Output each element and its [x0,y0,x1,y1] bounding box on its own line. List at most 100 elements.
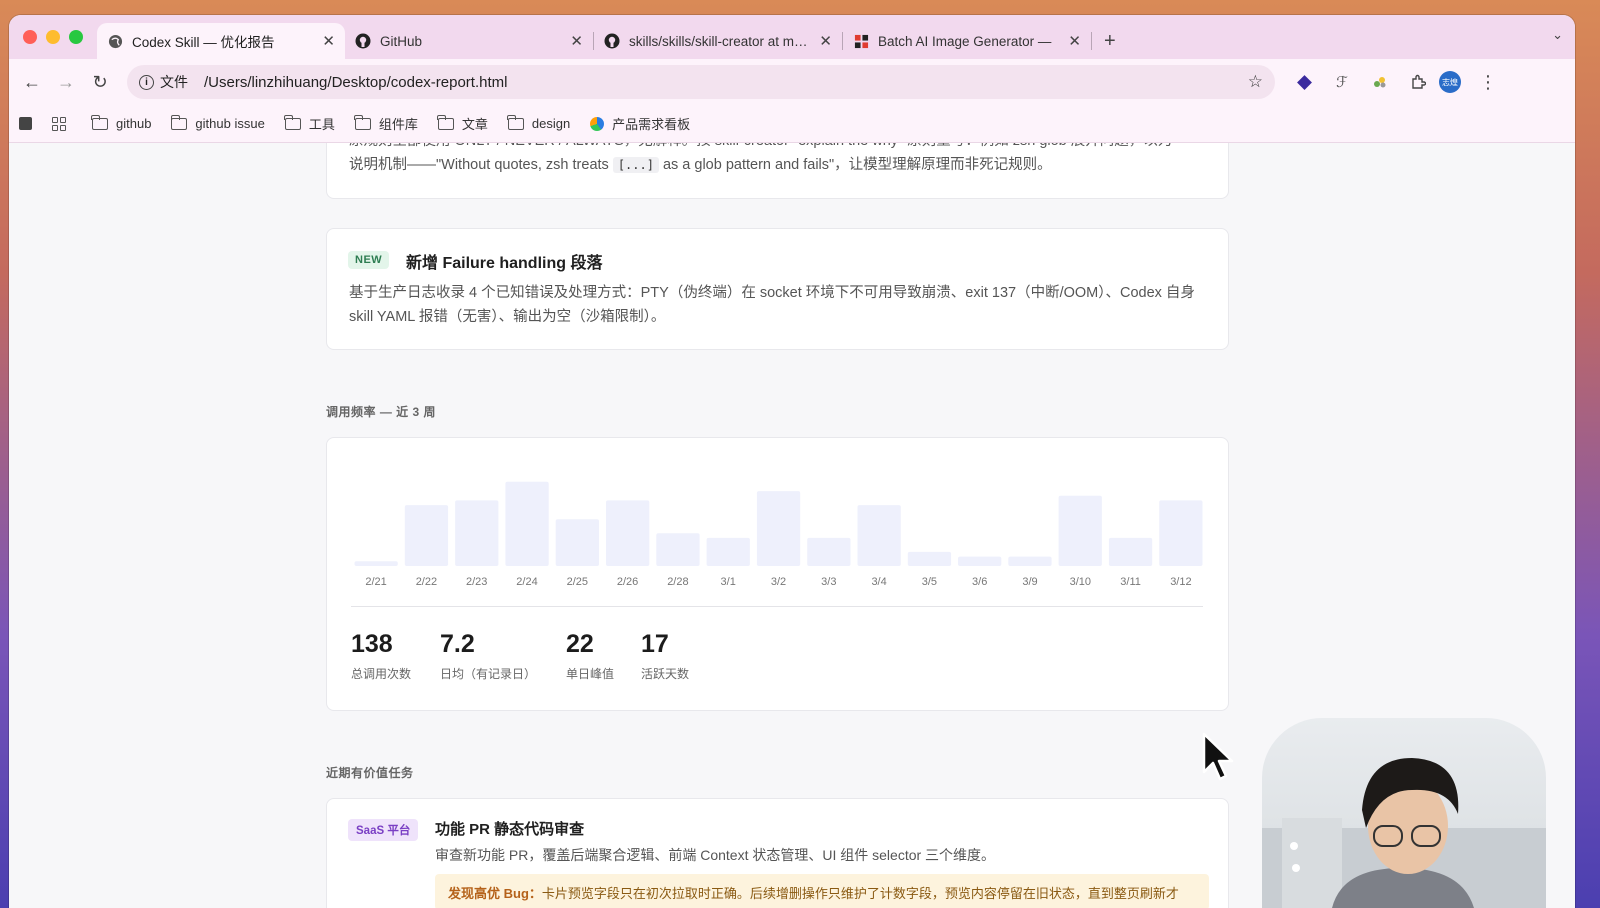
site-info-icon[interactable]: i [139,74,154,90]
extension-cluster-icon[interactable] [1371,73,1389,91]
bookmark-folder-components[interactable]: 组件库 [354,114,418,133]
bug-label: 发现高优 Bug： [448,886,542,901]
apps-grid-icon[interactable] [52,116,66,131]
folder-icon [91,114,108,130]
chart-bar-3-4[interactable] [857,505,901,566]
tab-batch-image-generator[interactable]: Batch AI Image Generator — ✕ [843,23,1091,59]
github-icon [604,33,620,49]
stat-daily-peak: 22 单日峰值 [566,630,614,682]
forward-arrow-icon[interactable]: → [49,72,83,93]
bookmark-folder-github-issue[interactable]: github issue [170,114,265,131]
card-body-line: 原规则全部使用 ONLY / NEVER / ALWAYS，无解释。按 skil… [349,143,1172,153]
inline-code: [...] [612,157,659,173]
chart-bar-2-28[interactable] [656,533,700,566]
bookmark-star-icon[interactable]: ☆ [1248,72,1263,92]
card-body-line: 说明机制——"Without quotes, zsh treats [...] … [349,157,1052,173]
chart-bar-3-12[interactable] [1159,500,1203,566]
close-tab-icon[interactable]: ✕ [819,32,832,50]
usage-chart-card: 2/21 2/22 2/23 2/24 2/25 2/26 2/28 3/1 3/2 3/3 3/4… [326,437,1229,711]
chart-tick-label: 2/26 [617,576,638,588]
chart-bar-2-22[interactable] [404,505,449,566]
chart-tick-label: 3/12 [1170,576,1191,588]
reload-icon[interactable]: ↻ [83,72,117,93]
tab-github[interactable]: GitHub ✕ [345,23,593,59]
bookmark-folder-articles[interactable]: 文章 [437,114,488,133]
tab-codex-report[interactable]: Codex Skill — 优化报告 ✕ [97,23,345,59]
chart-bar-3-9[interactable] [1008,556,1052,566]
app-grid-icon [853,33,869,49]
chart-tick-label: 3/11 [1120,576,1141,588]
task-description: 审查新功能 PR，覆盖后端聚合逻辑、前端 Context 状态管理、UI 组件 … [435,847,996,863]
new-tab-button[interactable]: + [1104,30,1116,53]
folder-icon [507,114,524,130]
prev-optimization-card: 原规则全部使用 ONLY / NEVER / ALWAYS，无解释。按 skil… [326,143,1229,199]
sidebar-toggle-icon[interactable] [19,117,32,130]
card-title: 新增 Failure handling 段落 [406,255,603,272]
extension-diamond-icon[interactable] [1295,73,1313,91]
stat-value: 138 [351,630,393,658]
chart-bar-3-5[interactable] [907,551,952,566]
scheme-label: 文件 [160,74,188,90]
window-controls [23,30,83,44]
product-board-icon [590,116,605,131]
back-arrow-icon[interactable]: ← [15,72,49,93]
new-badge: NEW [348,251,390,269]
chart-bar-3-1[interactable] [706,537,750,566]
tab-skill-creator[interactable]: skills/skills/skill-creator at main ✕ [594,23,842,59]
minimize-window-button[interactable] [46,30,60,44]
bookmark-folder-design[interactable]: design [507,114,571,131]
bookmark-label: github [116,116,152,131]
bookmark-folder-tools[interactable]: 工具 [284,114,335,133]
bookmarks-bar: github github issue 工具 组件库 文章 design 产品需… [9,105,1575,143]
tab-title: Batch AI Image Generator — [878,33,1052,49]
globe-icon [107,33,123,49]
bookmark-folder-github[interactable]: github [91,114,152,131]
mouse-cursor-icon [1202,732,1234,781]
chart-bar-3-10[interactable] [1058,495,1102,566]
chart-tick-label: 3/2 [771,576,786,588]
usage-section-label: 调用频率 — 近 3 周 [326,405,437,419]
extension-script-icon[interactable]: ℱ [1333,73,1351,91]
card-body: 基于生产日志收录 4 个已知错误及处理方式：PTY（伪终端）在 socket 环… [349,285,1195,325]
chart-bar-3-3[interactable] [807,537,851,566]
extensions-puzzle-icon[interactable] [1409,73,1427,91]
profile-avatar[interactable]: 志煌 [1439,71,1461,93]
zoom-window-button[interactable] [69,30,83,44]
close-tab-icon[interactable]: ✕ [570,32,583,50]
bookmark-label: design [531,116,571,131]
stat-label: 日均（有记录日） [440,667,537,681]
stat-value: 17 [641,630,669,658]
more-menu-icon[interactable]: ⋮ [1479,72,1497,93]
stat-value: 7.2 [440,630,475,658]
close-tab-icon[interactable]: ✕ [1068,32,1081,50]
chart-bar-2-21[interactable] [354,561,398,566]
chart-tick-label: 3/4 [871,576,886,588]
chart-bar-2-26[interactable] [606,500,650,566]
saas-platform-badge: SaaS 平台 [348,819,419,841]
tasks-section-label: 近期有价值任务 [326,766,414,780]
chart-tick-label: 2/24 [516,576,537,588]
address-bar[interactable]: i 文件 /Users/linzhihuang/Desktop/codex-re… [127,65,1275,99]
chart-tick-label: 3/9 [1022,576,1037,588]
chart-bar-2-23[interactable] [455,500,499,566]
stat-total-calls: 138 总调用次数 [351,630,411,682]
chart-tick-label: 2/23 [466,576,487,588]
close-window-button[interactable] [23,30,37,44]
chart-tick-label: 3/6 [972,576,987,588]
chart-bar-2-25[interactable] [555,519,599,566]
chart-bar-3-2[interactable] [756,491,801,566]
tab-title: Codex Skill — 优化报告 [132,35,275,50]
chart-bar-2-24[interactable] [505,481,549,566]
stat-label: 总调用次数 [351,667,412,681]
close-tab-icon[interactable]: ✕ [322,32,335,50]
bookmark-label: 工具 [308,117,335,132]
chart-bar-3-6[interactable] [958,556,1002,566]
bookmark-label: 产品需求看板 [612,117,691,132]
tab-search-chevron-icon[interactable]: ⌄ [1552,27,1563,43]
chart-bar-3-11[interactable] [1108,537,1153,566]
bookmark-product-board[interactable]: 产品需求看板 [590,114,690,133]
bug-text: 卡片预览字段只在初次拉取时正确。后续增删操作只维护了计数字段，预览内容停留在旧状… [541,886,1179,901]
url-text[interactable]: /Users/linzhihuang/Desktop/codex-report.… [204,74,1248,91]
stat-value: 22 [566,630,594,658]
folder-icon [354,114,371,130]
